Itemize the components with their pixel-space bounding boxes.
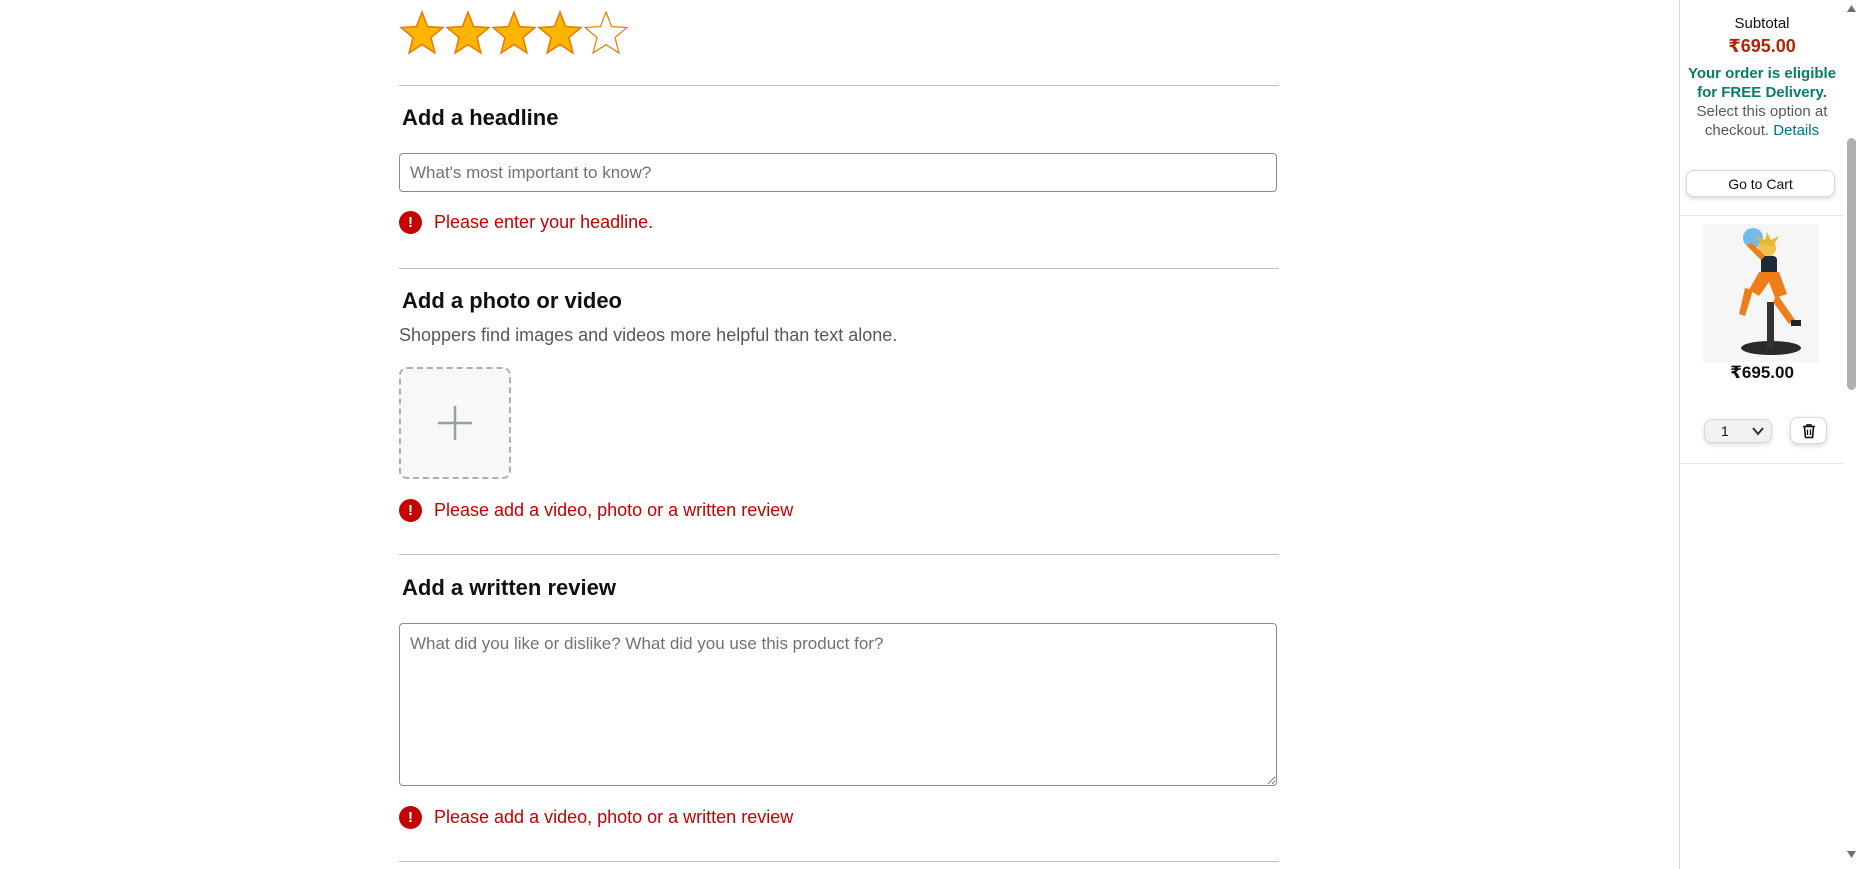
scrollbar-thumb[interactable] [1847,138,1856,390]
scroll-down-arrow-icon[interactable] [1846,849,1857,860]
star-3-icon[interactable] [491,10,537,56]
star-4-icon[interactable] [537,10,583,56]
add-media-button[interactable] [399,367,511,479]
star-2-icon[interactable] [445,10,491,56]
media-error: ! Please add a video, photo or a written… [399,499,793,522]
divider [1680,463,1844,464]
headline-input[interactable] [399,153,1277,192]
cart-sidebar: Subtotal ₹695.00 Your order is eligible … [1679,0,1844,869]
divider [399,268,1279,269]
written-review-error: ! Please add a video, photo or a written… [399,806,793,829]
written-review-error-text: Please add a video, photo or a written r… [434,807,794,827]
delete-item-button[interactable] [1790,417,1827,444]
headline-error: ! Please enter your headline. [399,211,653,234]
product-price: ₹695.00 [1730,363,1794,382]
error-alert-icon: ! [399,806,422,829]
media-title: Add a photo or video [402,288,622,313]
error-alert-icon: ! [399,211,422,234]
scroll-up-arrow-icon[interactable] [1846,3,1857,14]
media-error-text: Please add a video, photo or a written r… [434,500,794,520]
subtotal-label: Subtotal [1734,15,1790,32]
chevron-down-icon [1752,427,1764,436]
headline-title: Add a headline [402,105,559,130]
written-review-title: Add a written review [402,575,616,600]
free-delivery-highlight: Your order is eligible for FREE Delivery… [1687,65,1837,101]
details-link[interactable]: Details [1773,122,1819,139]
quantity-value: 1 [1721,423,1729,439]
divider [399,85,1279,86]
divider [399,554,1279,555]
divider [1680,215,1844,216]
subtotal-value: ₹695.00 [1728,36,1796,56]
error-alert-icon: ! [399,499,422,522]
trash-icon [1802,423,1815,438]
free-delivery-message: Your order is eligible for FREE Delivery… [1680,64,1844,140]
media-subtitle: Shoppers find images and videos more hel… [399,325,898,345]
go-to-cart-button[interactable]: Go to Cart [1686,170,1835,197]
headline-error-text: Please enter your headline. [434,212,654,232]
product-thumbnail[interactable] [1703,224,1819,362]
quantity-select[interactable]: 1 [1704,419,1772,443]
page-scrollbar[interactable] [1843,0,1860,869]
written-review-textarea[interactable] [399,623,1277,786]
plus-icon [438,406,472,440]
star-1-icon[interactable] [399,10,445,56]
divider [399,861,1279,862]
star-5-icon[interactable] [583,10,629,56]
star-rating [399,10,629,60]
